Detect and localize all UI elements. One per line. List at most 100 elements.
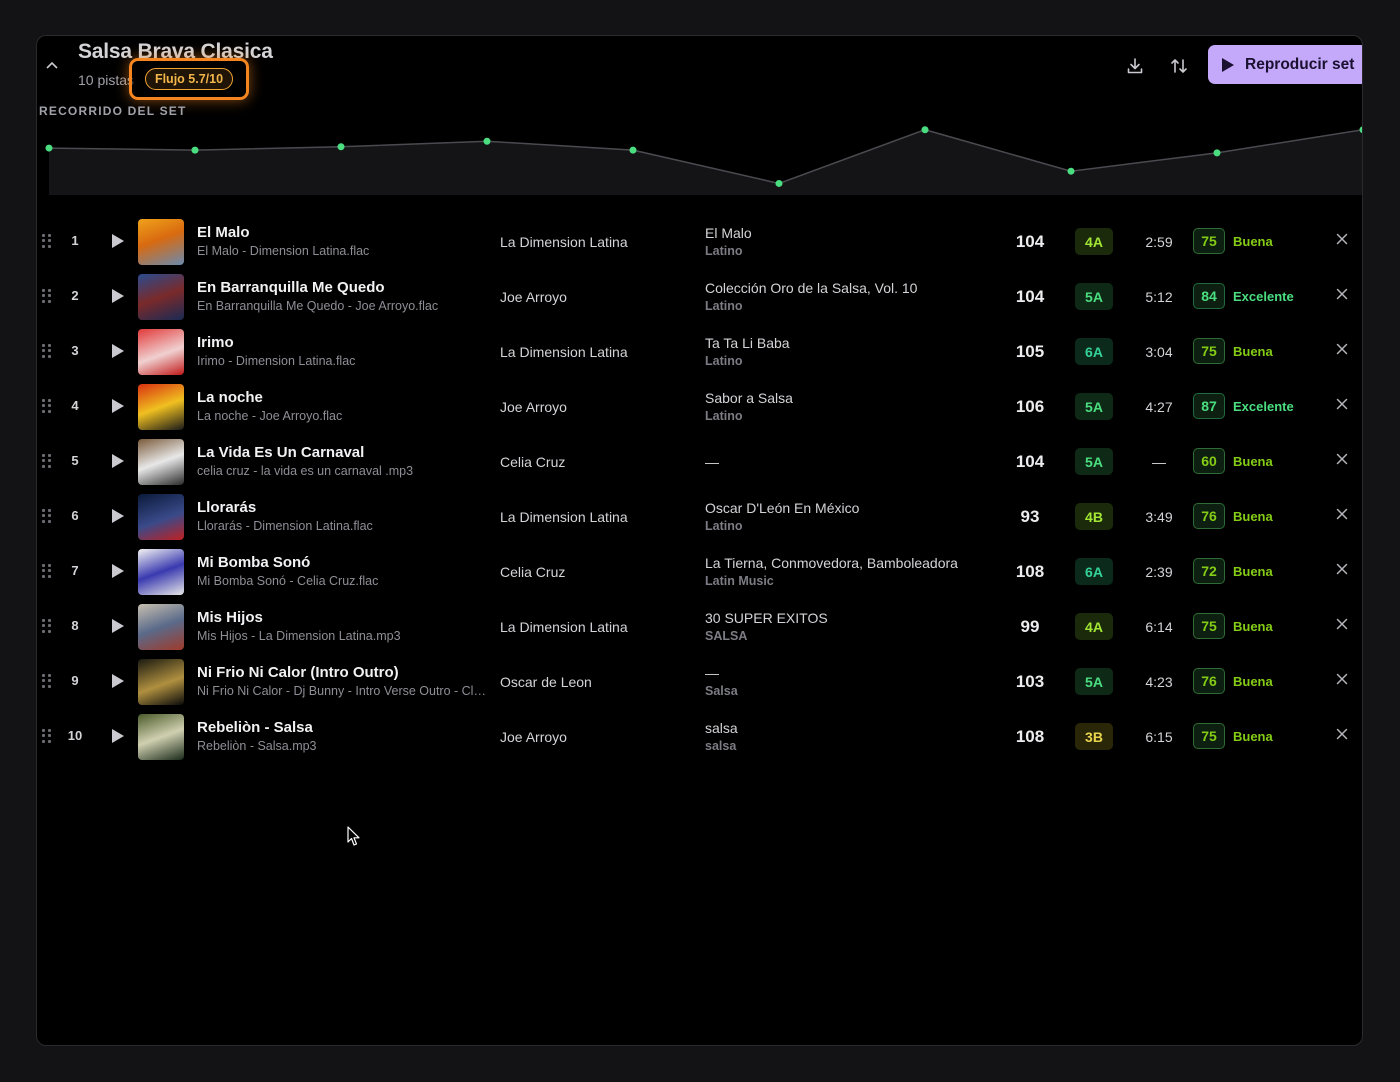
journey-point[interactable]: [1067, 167, 1075, 175]
play-track-icon[interactable]: [112, 454, 124, 468]
play-set-label: Reproducir set: [1245, 55, 1355, 73]
remove-track-icon[interactable]: [1334, 343, 1350, 359]
play-track-icon[interactable]: [112, 564, 124, 578]
track-artist: La Dimension Latina: [500, 344, 628, 360]
sort-icon[interactable]: [1167, 54, 1191, 78]
drag-handle-icon[interactable]: [42, 729, 52, 743]
track-artist: La Dimension Latina: [500, 619, 628, 635]
drag-handle-icon[interactable]: [42, 564, 52, 578]
track-score-badge: 75: [1193, 613, 1225, 639]
play-track-icon[interactable]: [112, 619, 124, 633]
journey-point[interactable]: [191, 146, 199, 154]
drag-handle-icon[interactable]: [42, 289, 52, 303]
track-key-badge: 4B: [1075, 503, 1113, 530]
remove-track-icon[interactable]: [1334, 673, 1350, 689]
track-number: 1: [71, 233, 79, 248]
track-bpm: 104: [1015, 232, 1045, 251]
journey-point[interactable]: [337, 143, 345, 151]
track-album: Sabor a Salsa: [705, 390, 793, 406]
track-title: Ni Frio Ni Calor (Intro Outro): [197, 664, 399, 681]
track-row[interactable]: 3 Irimo Irimo - Dimension Latina.flac La…: [37, 325, 1362, 380]
journey-point[interactable]: [45, 144, 53, 152]
remove-track-icon[interactable]: [1334, 618, 1350, 634]
track-duration: 3:04: [1145, 344, 1173, 360]
track-genre: Latino: [705, 354, 743, 368]
track-filename: La noche - Joe Arroyo.flac: [197, 409, 343, 423]
play-set-button[interactable]: Reproducir set: [1208, 45, 1362, 84]
track-row[interactable]: 5 La Vida Es Un Carnaval celia cruz - la…: [37, 435, 1362, 490]
play-track-icon[interactable]: [112, 289, 124, 303]
flow-score-badge[interactable]: Flujo 5.7/10: [129, 58, 249, 100]
track-key-badge: 5A: [1075, 448, 1113, 475]
remove-track-icon[interactable]: [1334, 398, 1350, 414]
track-key-badge: 5A: [1075, 668, 1113, 695]
track-genre: Latin Music: [705, 574, 774, 588]
track-row[interactable]: 2 En Barranquilla Me Quedo En Barranquil…: [37, 270, 1362, 325]
track-title: La Vida Es Un Carnaval: [197, 444, 365, 461]
drag-handle-icon[interactable]: [42, 619, 52, 633]
play-track-icon[interactable]: [112, 234, 124, 248]
track-row[interactable]: 7 Mi Bomba Sonó Mi Bomba Sonó - Celia Cr…: [37, 545, 1362, 600]
track-title: La noche: [197, 389, 263, 406]
track-key-badge: 4A: [1075, 228, 1113, 255]
download-icon[interactable]: [1123, 54, 1147, 78]
remove-track-icon[interactable]: [1334, 453, 1350, 469]
track-rating: Buena: [1233, 234, 1273, 249]
track-number: 10: [67, 728, 83, 743]
track-title: En Barranquilla Me Quedo: [197, 279, 385, 296]
drag-handle-icon[interactable]: [42, 234, 52, 248]
drag-handle-icon[interactable]: [42, 509, 52, 523]
track-row[interactable]: 4 La noche La noche - Joe Arroyo.flac Jo…: [37, 380, 1362, 435]
collapse-chevron-icon[interactable]: [43, 56, 61, 74]
drag-handle-icon[interactable]: [42, 674, 52, 688]
play-track-icon[interactable]: [112, 729, 124, 743]
track-key-badge: 5A: [1075, 283, 1113, 310]
track-row[interactable]: 1 El Malo El Malo - Dimension Latina.fla…: [37, 215, 1362, 270]
track-album: 30 SUPER EXITOS: [705, 610, 828, 626]
remove-track-icon[interactable]: [1334, 508, 1350, 524]
drag-handle-icon[interactable]: [42, 454, 52, 468]
track-count: 10 pistas: [78, 72, 135, 88]
track-row[interactable]: 8 Mis Hijos Mis Hijos - La Dimension Lat…: [37, 600, 1362, 655]
journey-point[interactable]: [629, 146, 637, 154]
track-duration: 5:12: [1145, 289, 1173, 305]
play-track-icon[interactable]: [112, 344, 124, 358]
track-score-badge: 60: [1193, 448, 1225, 474]
track-album: —: [705, 665, 719, 681]
track-rating: Excelente: [1233, 399, 1294, 414]
journey-point[interactable]: [483, 137, 491, 145]
mouse-cursor-icon: [347, 826, 360, 846]
album-cover: [138, 219, 184, 265]
remove-track-icon[interactable]: [1334, 728, 1350, 744]
play-track-icon[interactable]: [112, 674, 124, 688]
album-cover: [138, 604, 184, 650]
track-row[interactable]: 9 Ni Frio Ni Calor (Intro Outro) Ni Frio…: [37, 655, 1362, 710]
track-bpm: 108: [1015, 727, 1045, 746]
track-genre: Latino: [705, 409, 743, 423]
track-score-badge: 75: [1193, 338, 1225, 364]
set-panel: Salsa Brava Clasica 10 pistas Flujo 5.7/…: [36, 35, 1363, 1046]
track-genre: Latino: [705, 519, 743, 533]
track-rating: Buena: [1233, 454, 1273, 469]
journey-point[interactable]: [921, 126, 929, 134]
play-track-icon[interactable]: [112, 509, 124, 523]
track-row[interactable]: 6 Llorarás Llorarás - Dimension Latina.f…: [37, 490, 1362, 545]
track-row[interactable]: 10 Rebeliòn - Salsa Rebeliòn - Salsa.mp3…: [37, 710, 1362, 765]
remove-track-icon[interactable]: [1334, 288, 1350, 304]
drag-handle-icon[interactable]: [42, 399, 52, 413]
flow-score-label: Flujo 5.7/10: [144, 68, 234, 90]
set-journey-chart: [45, 126, 1362, 195]
journey-point[interactable]: [1213, 149, 1221, 157]
track-filename: Mi Bomba Sonó - Celia Cruz.flac: [197, 574, 379, 588]
track-title: Mi Bomba Sonó: [197, 554, 311, 571]
track-score-badge: 84: [1193, 283, 1225, 309]
track-filename: Mis Hijos - La Dimension Latina.mp3: [197, 629, 401, 643]
track-duration: 6:14: [1145, 619, 1173, 635]
journey-point[interactable]: [775, 179, 783, 187]
drag-handle-icon[interactable]: [42, 344, 52, 358]
remove-track-icon[interactable]: [1334, 233, 1350, 249]
track-title: Llorarás: [197, 499, 257, 516]
track-artist: Celia Cruz: [500, 454, 566, 470]
remove-track-icon[interactable]: [1334, 563, 1350, 579]
play-track-icon[interactable]: [112, 399, 124, 413]
